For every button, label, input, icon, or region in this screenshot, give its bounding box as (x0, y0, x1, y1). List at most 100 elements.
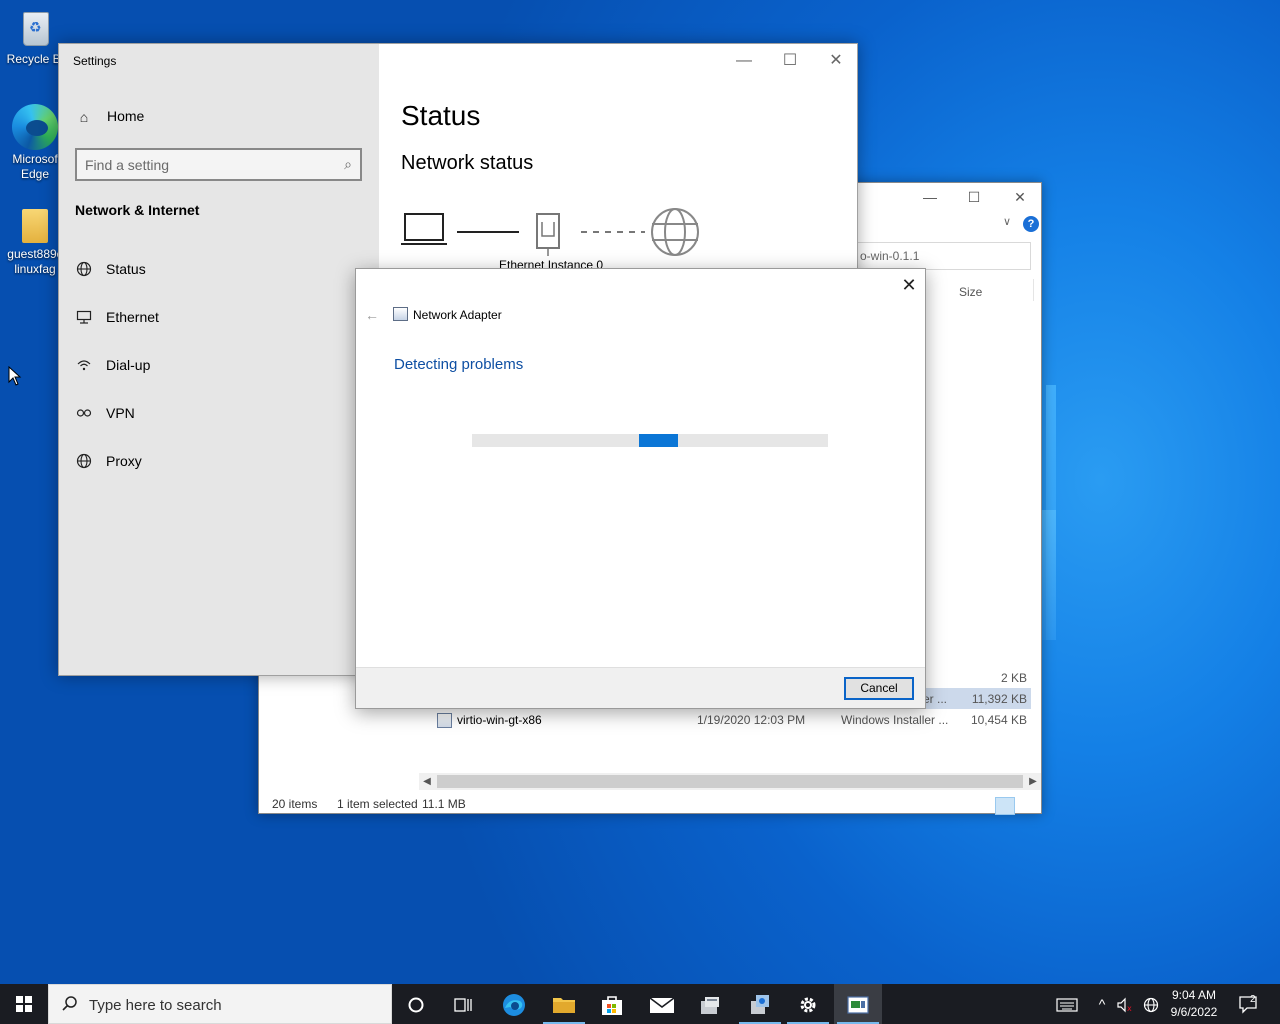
maximize-icon[interactable]: ☐ (767, 50, 813, 72)
progress-indicator (639, 434, 678, 447)
maximize-icon[interactable]: ☐ (951, 187, 997, 207)
sidebar-item-ethernet[interactable]: Ethernet (59, 298, 379, 338)
search-input[interactable] (85, 156, 325, 174)
recycle-bin-icon (17, 6, 53, 50)
taskbar-file-explorer[interactable] (540, 984, 588, 1024)
mouse-cursor-icon (8, 366, 22, 386)
section-heading: Network & Internet (75, 202, 200, 218)
input-indicator-icon[interactable] (1052, 984, 1082, 1024)
chevron-down-icon[interactable]: ∨ (1003, 215, 1011, 228)
sidebar-item-status[interactable]: Status (59, 250, 379, 290)
start-button[interactable] (0, 984, 48, 1024)
nav-label: Status (106, 261, 146, 277)
address-bar[interactable]: o-win-0.1.1 (855, 242, 1031, 270)
page-title: Status (401, 100, 481, 131)
task-view-icon (454, 998, 472, 1012)
svg-text:x: x (1127, 1004, 1132, 1013)
taskbar: Type here to search ^ x 9:04 AM 9/6/2022 (0, 984, 1280, 1024)
file-type: er ... (923, 692, 948, 706)
taskbar-server-manager[interactable] (686, 984, 734, 1024)
pc-icon (401, 213, 447, 245)
server-manager-icon (701, 997, 719, 1015)
taskbar-troubleshooter[interactable] (736, 984, 784, 1024)
scrollbar-thumb[interactable] (437, 775, 1023, 788)
horizontal-scrollbar[interactable]: ◀ ▶ (419, 773, 1041, 790)
folder-icon (20, 205, 50, 245)
network-adapter-icon (393, 307, 408, 321)
windows-logo-icon (16, 996, 32, 1012)
nav-label: Home (107, 108, 145, 124)
column-header-size[interactable]: Size (959, 285, 982, 299)
cortana-button[interactable] (392, 984, 440, 1024)
nav-home[interactable]: ⌂ Home (59, 97, 379, 137)
scroll-right-icon[interactable]: ▶ (1025, 773, 1041, 790)
sidebar-item-dialup[interactable]: Dial-up (59, 346, 379, 386)
taskbar-store[interactable] (588, 984, 636, 1024)
file-size: 2 KB (1000, 671, 1027, 685)
home-icon: ⌂ (79, 109, 89, 125)
clock-time: 9:04 AM (1171, 988, 1217, 1002)
cancel-button[interactable]: Cancel (844, 677, 914, 700)
desktop-icon-label: guest889c (7, 247, 63, 261)
network-adapter-icon (847, 996, 869, 1014)
gear-icon (800, 997, 816, 1013)
taskbar-mail[interactable] (638, 984, 686, 1024)
taskbar-network-adapter[interactable] (834, 984, 882, 1024)
progress-bar (472, 434, 828, 447)
desktop-icon-label: Microsof (12, 152, 58, 166)
notifications-button[interactable]: 2 (1236, 984, 1262, 1024)
table-row[interactable]: virtio-win-gt-x86 1/19/2020 12:03 PM Win… (259, 709, 1043, 730)
taskbar-clock[interactable]: 9:04 AM 9/6/2022 (1164, 987, 1224, 1021)
minimize-icon[interactable]: — (907, 187, 953, 207)
sidebar-item-vpn[interactable]: VPN (59, 394, 379, 434)
close-icon[interactable]: ✕ (997, 187, 1043, 207)
mail-icon (649, 997, 675, 1014)
file-size: 10,454 KB (970, 713, 1027, 727)
settings-search[interactable]: ⌕ (75, 148, 362, 181)
search-icon[interactable]: ⌕ (339, 155, 357, 173)
store-icon (602, 996, 622, 1016)
minimize-icon[interactable]: — (721, 50, 767, 72)
large-icons-view-icon[interactable] (1017, 797, 1037, 815)
settings-nav-pane: Settings ⌂ Home ⌕ Network & Internet Sta… (59, 44, 379, 675)
troubleshooter-icon (751, 995, 769, 1015)
file-type: Windows Installer ... (841, 713, 949, 727)
ethernet-icon (75, 309, 93, 327)
proxy-globe-icon (75, 453, 93, 471)
chevron-up-icon[interactable]: ^ (1092, 984, 1112, 1024)
nav-label: Ethernet (106, 309, 159, 325)
column-divider[interactable] (1033, 279, 1034, 301)
task-view-button[interactable] (440, 984, 488, 1024)
taskbar-settings[interactable] (784, 984, 832, 1024)
close-icon[interactable]: ✕ (813, 50, 857, 72)
taskbar-search[interactable]: Type here to search (48, 984, 392, 1024)
item-count: 20 items (272, 797, 318, 811)
folder-icon (553, 998, 575, 1014)
details-view-icon[interactable] (995, 797, 1015, 815)
app-title: Settings (73, 54, 117, 68)
sidebar-item-proxy[interactable]: Proxy (59, 442, 379, 482)
scroll-left-icon[interactable]: ◀ (419, 773, 435, 790)
volume-muted-icon[interactable]: x (1114, 984, 1136, 1024)
selection-count: 1 item selected (337, 797, 418, 811)
dialog-heading: Detecting problems (394, 356, 524, 373)
selection-size: 11.1 MB (422, 797, 466, 811)
network-status-diagram (401, 208, 699, 256)
edge-icon (503, 994, 525, 1017)
help-icon[interactable]: ? (1023, 216, 1039, 232)
taskbar-edge[interactable] (490, 984, 538, 1024)
vpn-icon (75, 405, 93, 423)
globe-icon (75, 261, 93, 279)
back-arrow-icon[interactable]: ← (362, 305, 382, 325)
file-size: 11,392 KB (971, 692, 1027, 706)
desktop-icon-label: Edge (20, 167, 50, 181)
explorer-titlebar: — ☐ ✕ (859, 183, 1043, 211)
status-bar: 20 items 1 item selected 11.1 MB (259, 795, 1043, 815)
close-icon[interactable]: ✕ (894, 273, 924, 297)
section-subtitle: Network status (401, 152, 534, 174)
wallpaper-light-2 (1042, 510, 1056, 640)
dialog-footer: Cancel (356, 667, 925, 708)
notification-icon (1239, 996, 1257, 1014)
nav-label: Dial-up (106, 357, 151, 373)
network-globe-icon[interactable] (1140, 984, 1162, 1024)
